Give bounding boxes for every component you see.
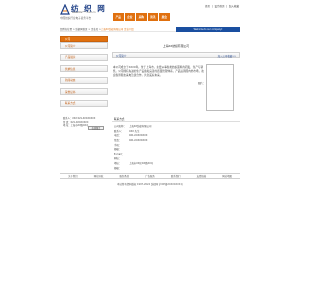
section-title-bar: 公司简介 加入公司收藏>> — [112, 52, 240, 58]
info-key: 手机： — [114, 143, 122, 147]
site-logo-icon[interactable] — [60, 3, 70, 15]
info-key: 邮编： — [114, 166, 122, 170]
footer-link-terms[interactable]: 服务条款 — [119, 174, 129, 178]
breadcrumb-current: 上海XX纺织有限公司 企业介绍 — [100, 28, 134, 31]
footer-link-sitemap[interactable]: 网站地图 — [222, 174, 232, 178]
top-link-home[interactable]: 首页 — [205, 5, 210, 8]
footer-link-sitenav[interactable]: 网站导航 — [94, 174, 104, 178]
info-key: 邮编： — [114, 148, 122, 152]
footer-link-ads[interactable]: 广告服务 — [145, 174, 155, 178]
info-key: E-mail： — [114, 152, 124, 156]
sidebar-item-supply[interactable]: 供求信息 — [60, 65, 108, 72]
company-description: 本公司成立于XXXX年，位于上海市，主要从事各类纺织面料的研发、生产与销售。公司… — [113, 66, 204, 78]
breadcrumb-path[interactable]: 您所在位置 > 纺织网首页 > 企业库 > — [60, 27, 101, 31]
sidebar-item-news[interactable]: 新闻动态 — [60, 76, 108, 84]
footer-link-about[interactable]: 关于我们 — [68, 174, 78, 178]
footer-copyright: 本站所有资料版权 1997-2024 纺织网 沪ICP备XXXXXXXX号 — [117, 183, 183, 186]
sidebar-item-honors[interactable]: 荣誉证书 — [60, 88, 108, 95]
nav-item-news[interactable]: 资讯 — [147, 13, 158, 21]
info-row: 联系人： XXX 先生 — [114, 129, 234, 134]
contact-info-table: 公司名称： 上海XX纺织有限公司 联系人： XXX 先生 电话： 021-XXXXXX… — [114, 124, 234, 170]
main-nav: 产品 企业 采购 资讯 展会 — [113, 13, 170, 21]
info-value: 上海市XX区XX路XX号 — [129, 162, 154, 166]
info-row: 公司名称： 上海XX纺织有限公司 — [114, 124, 234, 129]
company-title: 上海XX纺织有限公司 — [162, 44, 190, 48]
info-key: 地址： — [114, 162, 122, 166]
photo-label: 图片： — [198, 82, 206, 85]
nav-item-purchase[interactable]: 采购 — [136, 13, 147, 21]
sidebar: 公司 公司简介 产品展示 供求信息 新闻动态 荣誉证书 联系方式 — [60, 36, 108, 111]
info-key: 传真： — [114, 139, 122, 143]
sidebar-item-contact[interactable]: 联系方式 — [60, 99, 108, 107]
footer-link-friends[interactable]: 友情链接 — [197, 174, 207, 178]
add-favorite-link[interactable]: 加入公司收藏>> — [218, 54, 236, 58]
leave-message-button[interactable]: 在线留言 — [88, 126, 104, 130]
info-key: 电话： — [114, 134, 122, 138]
top-links: 首页 | 设为首页 | 加入收藏 — [205, 4, 240, 8]
info-value: 上海XX纺织有限公司 — [129, 125, 152, 129]
top-link-set-homepage[interactable]: 设为首页 — [214, 5, 224, 8]
footer-nav: 关于我们 网站导航 服务条款 广告服务 联系我们 友情链接 网站地图 — [60, 173, 240, 179]
top-link-separator: | — [226, 5, 228, 8]
info-row: 地址： 上海市XX区XX路XX号 — [114, 161, 234, 166]
top-link-favorites[interactable]: 加入收藏 — [229, 5, 239, 8]
info-value: 021-XXXXXXXX — [129, 133, 148, 137]
top-link-separator: | — [211, 5, 213, 8]
info-row: 邮编： — [114, 165, 234, 170]
site-slogan: 中国纺织行业电子商务平台 — [60, 17, 92, 20]
site-url: www.fzw***.com.cn — [72, 11, 96, 14]
nav-item-companies[interactable]: 企业 — [124, 13, 135, 21]
nav-item-products[interactable]: 产品 — [113, 13, 124, 21]
company-photo — [206, 64, 234, 111]
nav-item-exhibitions[interactable]: 展会 — [159, 13, 170, 21]
info-key: 网址： — [114, 157, 122, 161]
footer-link-contact[interactable]: 联系我们 — [171, 174, 181, 178]
info-key: 联系人： — [114, 129, 124, 133]
contact-info-heading: 联系方式 — [112, 117, 240, 122]
info-key: 公司名称： — [114, 125, 126, 129]
sidebar-item-products[interactable]: 产品展示 — [60, 53, 108, 61]
info-value: XXX 先生 — [129, 129, 140, 133]
sidebar-item-profile[interactable]: 公司简介 — [60, 42, 108, 49]
welcome-banner: Welcome to our company! — [176, 27, 240, 32]
section-title: 公司简介 — [116, 55, 127, 59]
info-value: 021-XXXXXXXX — [129, 138, 148, 142]
